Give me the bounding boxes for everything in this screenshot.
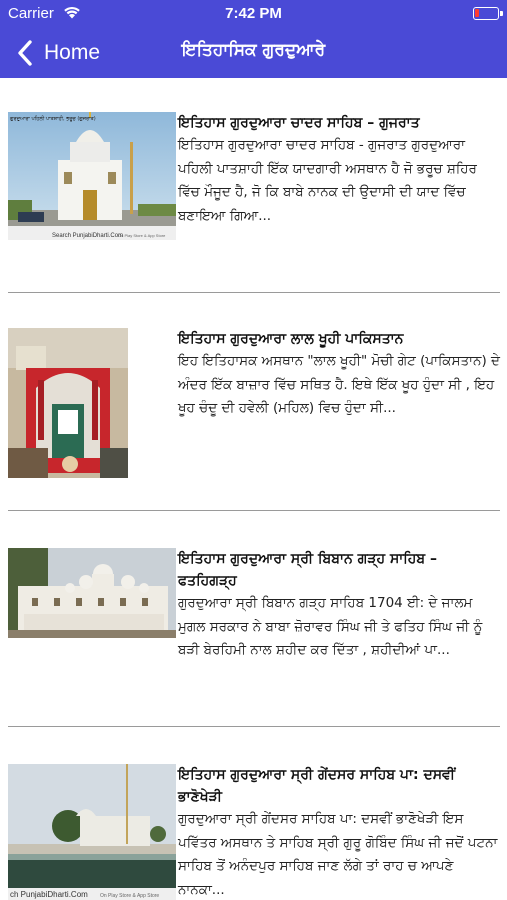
list-item[interactable]: ਇਤਿਹਾਸ ਗੁਰਦੁਆਰਾ ਲਾਲ ਖੂਹੀ ਪਾਕਿਸਤਾਨ ਇਹ ਇਤਿ… xyxy=(8,328,500,478)
list-item[interactable]: ਗੁਰਦੁਆਰਾ ਪਹਿਲੀ ਪਾਤਸ਼ਾਹੀ, ਭਰੂਚ (ਗੁਜਰਾਤ) S… xyxy=(8,112,500,252)
image-caption-top: ਗੁਰਦੁਆਰਾ ਪਹਿਲੀ ਪਾਤਸ਼ਾਹੀ, ਭਰੂਚ (ਗੁਜਰਾਤ) xyxy=(9,115,96,122)
divider xyxy=(8,292,500,293)
navigation-bar: Home ਇਤਿਹਾਸਿਕ ਗੁਰਦੁਆਰੇ xyxy=(0,28,507,78)
article-title: ਇਤਿਹਾਸ ਗੁਰਦੁਆਰਾ ਲਾਲ ਖੂਹੀ ਪਾਕਿਸਤਾਨ xyxy=(178,331,404,347)
list-item[interactable]: ਇਤਿਹਾਸ ਗੁਰਦੁਆਰਾ ਸ੍ਰੀ ਬਿਬਾਨ ਗੜ੍ਹ ਸਾਹਿਬ – … xyxy=(8,548,500,688)
list-item[interactable]: ch PunjabiDharti.Com On Play Store & App… xyxy=(8,764,500,900)
divider xyxy=(8,510,500,511)
status-time: 7:42 PM xyxy=(225,5,282,22)
image-caption-store: On Play Store & App Store xyxy=(100,893,159,899)
image-caption-bottom: Search PunjabiDharti.Com xyxy=(52,233,123,239)
article-summary: ਇਤਿਹਾਸ ਗੁਰਦੁਆਰਾ ਚਾਦਰ ਸਾਹਿਬ - ਗੁਜਰਾਤ ਗੁਰਦ… xyxy=(178,137,477,224)
article-summary: ਇਹ ਇਤਿਹਾਸਕ ਅਸਥਾਨ "ਲਾਲ ਖੂਹੀ" ਮੋਚੀ ਗੇਟ (ਪਾ… xyxy=(178,353,500,416)
image-caption-bottom: ch PunjabiDharti.Com xyxy=(10,890,88,899)
battery-icon xyxy=(473,7,503,20)
article-thumbnail xyxy=(8,548,176,638)
battery-level xyxy=(475,9,479,17)
status-bar: Carrier 7:42 PM xyxy=(0,0,507,28)
divider xyxy=(8,726,500,727)
article-thumbnail: ch PunjabiDharti.Com On Play Store & App… xyxy=(8,764,176,900)
article-thumbnail xyxy=(8,328,128,478)
article-title: ਇਤਿਹਾਸ ਗੁਰਦੁਆਰਾ ਸ੍ਰੀ ਗੇਂਦਸਰ ਸਾਹਿਬ ਪਾ: ਦਸ… xyxy=(178,767,456,805)
article-title: ਇਤਿਹਾਸ ਗੁਰਦੁਆਰਾ ਸ੍ਰੀ ਬਿਬਾਨ ਗੜ੍ਹ ਸਾਹਿਬ – … xyxy=(178,551,438,589)
page-title: ਇਤਿਹਾਸਿਕ ਗੁਰਦੁਆਰੇ xyxy=(181,40,326,60)
article-title: ਇਤਿਹਾਸ ਗੁਰਦੁਆਰਾ ਚਾਦਰ ਸਾਹਿਬ – ਗੁਜਰਾਤ xyxy=(178,115,420,131)
article-summary: ਗੁਰਦੁਆਰਾ ਸ੍ਰੀ ਬਿਬਾਨ ਗੜ੍ਹ ਸਾਹਿਬ 1704 ਈ: ਦ… xyxy=(178,595,483,658)
article-summary: ਗੁਰਦੁਆਰਾ ਸ੍ਰੀ ਗੇਂਦਸਰ ਸਾਹਿਬ ਪਾ: ਦਸਵੀਂ ਭਾਣ… xyxy=(178,811,498,898)
article-thumbnail: ਗੁਰਦੁਆਰਾ ਪਹਿਲੀ ਪਾਤਸ਼ਾਹੀ, ਭਰੂਚ (ਗੁਜਰਾਤ) S… xyxy=(8,112,176,240)
article-list[interactable]: ਗੁਰਦੁਆਰਾ ਪਹਿਲੀ ਪਾਤਸ਼ਾਹੀ, ਭਰੂਚ (ਗੁਜਰਾਤ) S… xyxy=(0,78,507,900)
image-caption-store: On Play Store & App Store xyxy=(118,233,166,238)
